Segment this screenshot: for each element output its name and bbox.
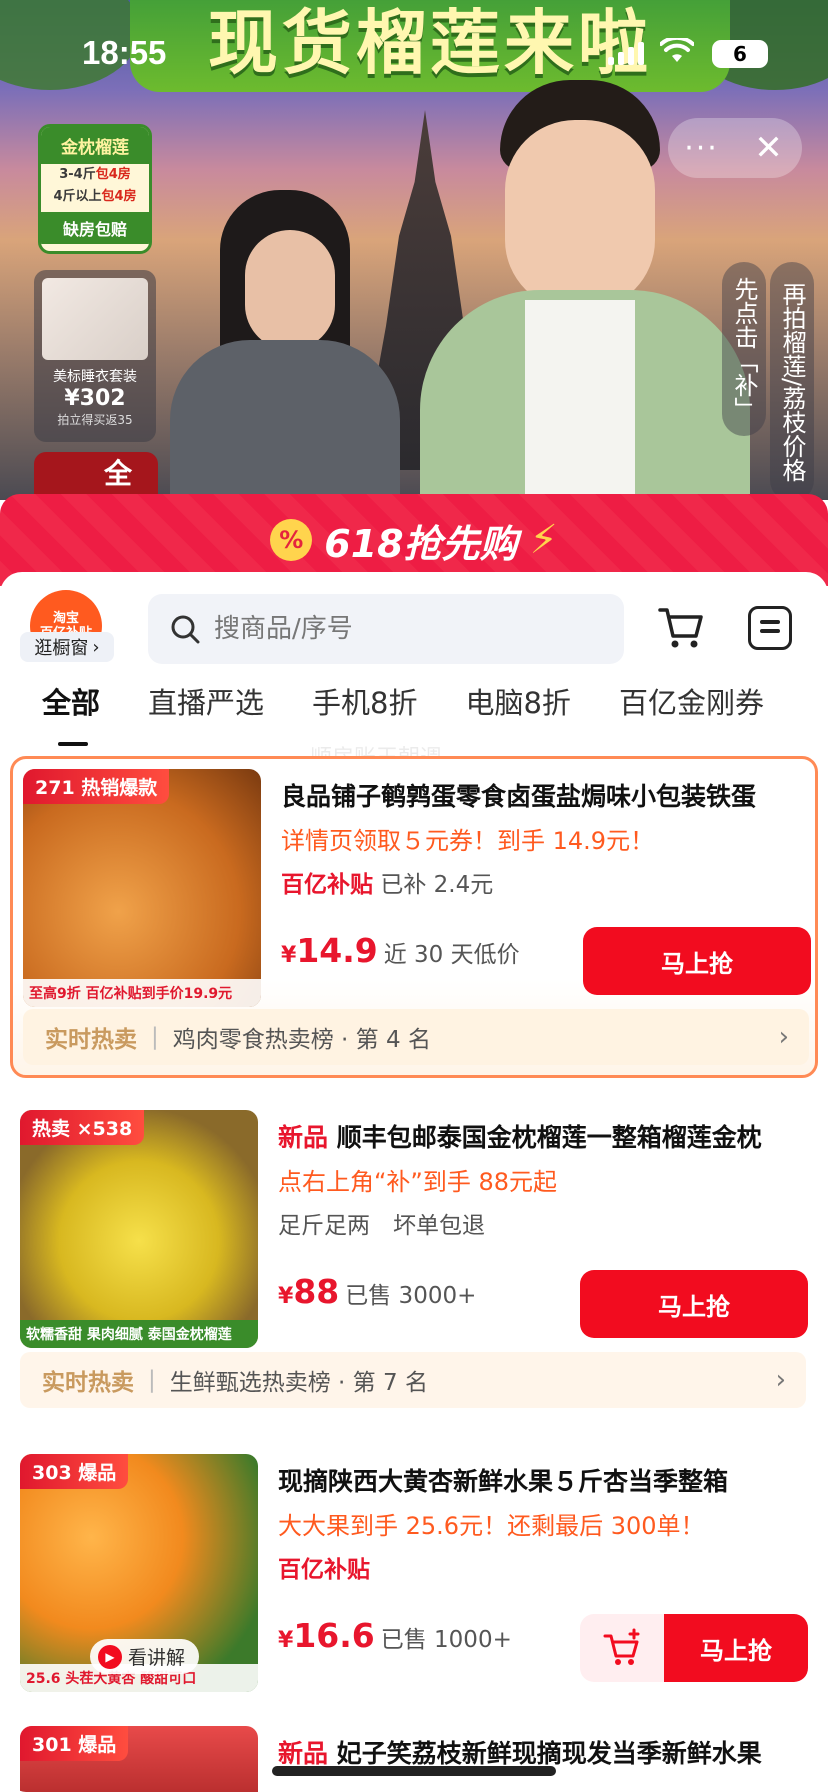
buy-now-button[interactable]: 马上抢	[580, 1270, 808, 1338]
card-footer: 缺房包赔	[41, 212, 149, 244]
tab-phone-discount[interactable]: 手机8折	[312, 680, 417, 736]
product-image: 303 爆品 25.6 头茬大黄杏 酸甜可口 ▶ 看讲解	[20, 1454, 258, 1692]
browse-window-link[interactable]: 逛橱窗 ›	[20, 632, 114, 662]
close-button[interactable]: ✕	[735, 128, 802, 168]
category-tabs: 全部 直播严选 手机8折 电脑8折 百亿金刚券	[0, 680, 828, 746]
product-price: ¥14.9 近 30 天低价	[281, 931, 520, 970]
buy-now-button[interactable]: 马上抢	[664, 1614, 808, 1682]
chevron-right-icon: ›	[775, 1365, 786, 1395]
product-image: 301 爆品	[20, 1726, 258, 1792]
card-note: 拍立得买返35	[57, 413, 133, 427]
hot-rank-bar[interactable]: 实时热卖 | 鸡肉零食热卖榜 · 第 4 名 ›	[23, 1009, 809, 1065]
product-image-caption: 至高9折 百亿补贴到手价19.9元	[23, 979, 261, 1007]
card-product-name: 美标睡衣套装	[53, 369, 137, 385]
buy-now-button[interactable]: 马上抢	[583, 927, 811, 995]
product-tag: 热卖 ×538	[20, 1110, 145, 1145]
watch-explain-button[interactable]: ▶ 看讲解	[90, 1639, 200, 1674]
lightning-icon: ⚡	[529, 517, 558, 563]
status-bar: 18:55 6	[0, 0, 828, 100]
product-image: 热卖 ×538 软糯香甜 果肉细腻 泰国金枕榴莲	[20, 1110, 258, 1348]
hot-rank-bar[interactable]: 实时热卖 | 生鲜甄选热卖榜 · 第 7 名 ›	[20, 1352, 806, 1408]
home-indicator[interactable]	[272, 1766, 556, 1776]
live-shopping-screen: 现货榴莲来啦 金枕榴莲 3-4斤包4房 4斤以上包4房 缺房包赔 美标睡衣套装 …	[0, 0, 828, 1792]
product-card[interactable]: 271 热销爆款 至高9折 百亿补贴到手价19.9元 良品铺子鹌鹑蛋零食卤蛋盐焗…	[10, 756, 818, 1078]
card-line: 4斤以上包4房	[53, 189, 137, 204]
promo-title: 618抢先购	[324, 521, 518, 566]
product-card[interactable]: 热卖 ×538 软糯香甜 果肉细腻 泰国金枕榴莲 新品 顺丰包邮泰国金枕榴莲一整…	[10, 1100, 818, 1422]
browse-window-label: 逛橱窗	[34, 638, 89, 659]
product-title: 良品铺子鹌鹑蛋零食卤蛋盐焗味小包装铁蛋	[281, 782, 757, 811]
card-line: 3-4斤包4房	[59, 167, 131, 182]
tab-computer-discount[interactable]: 电脑8折	[465, 680, 570, 736]
product-tag: 301 爆品	[20, 1726, 129, 1761]
capsule-menu: ··· ✕	[668, 118, 802, 178]
product-image-caption: 软糯香甜 果肉细腻 泰国金枕榴莲	[20, 1320, 258, 1348]
order-list-icon[interactable]	[748, 606, 792, 650]
product-card[interactable]: 303 爆品 25.6 头茬大黄杏 酸甜可口 ▶ 看讲解 现摘陕西大黄杏新鲜水果…	[10, 1444, 818, 1704]
product-subsidy: 百亿补贴 已补 2.4元	[281, 872, 494, 898]
product-guarantee: 足斤足两 坏单包退	[278, 1213, 485, 1239]
vertical-notice: 再拍榴莲/荔枝价格	[770, 262, 814, 500]
product-title: 现摘陕西大黄杏新鲜水果５斤杏当季整箱	[278, 1467, 729, 1496]
product-promo: 点右上角“补”到手 88元起	[278, 1168, 558, 1196]
search-input[interactable]	[214, 614, 594, 644]
product-price: ¥88 已售 3000+	[278, 1272, 477, 1311]
tab-coupons[interactable]: 百亿金刚券	[619, 680, 764, 736]
battery-icon: 6	[712, 40, 768, 68]
product-subsidy: 百亿补贴	[278, 1557, 370, 1583]
percent-icon: %	[270, 519, 313, 561]
more-button[interactable]: ···	[668, 131, 735, 166]
product-tag: 271 热销爆款	[23, 769, 170, 804]
chevron-right-icon: ›	[92, 636, 100, 658]
add-to-cart-button[interactable]	[580, 1614, 664, 1682]
chevron-right-icon: ›	[778, 1022, 789, 1052]
card-title: 金枕榴莲	[41, 127, 149, 164]
card-price: ¥302	[64, 386, 126, 411]
product-price: ¥16.6 已售 1000+	[278, 1616, 512, 1655]
play-icon: ▶	[98, 1644, 122, 1669]
wifi-icon	[660, 38, 694, 62]
product-tag: 303 爆品	[20, 1454, 129, 1489]
search-box[interactable]	[148, 594, 624, 664]
product-card[interactable]: 301 爆品 新品 妃子笑荔枝新鲜现摘现发当季新鲜水果	[10, 1716, 818, 1792]
product-title: 新品 顺丰包邮泰国金枕榴莲一整箱榴莲金枕	[278, 1123, 762, 1152]
status-time: 18:55	[82, 34, 167, 71]
vertical-notice: 先点击「补」	[722, 262, 766, 436]
tab-live-select[interactable]: 直播严选	[148, 680, 264, 736]
pajama-image	[42, 278, 148, 360]
search-icon	[171, 615, 200, 644]
host-female	[150, 190, 410, 500]
add-cart-icon	[603, 1628, 640, 1665]
red-promo-card[interactable]: 全程	[34, 452, 158, 500]
product-promo: 大大果到手 25.6元！还剩最后 300单！	[278, 1512, 705, 1540]
product-title: 新品 妃子笑荔枝新鲜现摘现发当季新鲜水果	[278, 1739, 762, 1768]
product-promo: 详情页领取５元券！到手 14.9元！	[281, 827, 655, 855]
product-image: 271 热销爆款 至高9折 百亿补贴到手价19.9元	[23, 769, 261, 1007]
cart-icon[interactable]	[656, 602, 706, 652]
signal-icon	[608, 42, 644, 65]
durian-promo-card[interactable]: 金枕榴莲 3-4斤包4房 4斤以上包4房 缺房包赔	[38, 124, 152, 254]
tab-all[interactable]: 全部	[42, 680, 100, 746]
buy-group: 马上抢	[580, 1614, 808, 1682]
pajama-product-card[interactable]: 美标睡衣套装 ¥302 拍立得买返35	[34, 270, 156, 442]
watch-explain-label: 看讲解	[128, 1647, 186, 1669]
